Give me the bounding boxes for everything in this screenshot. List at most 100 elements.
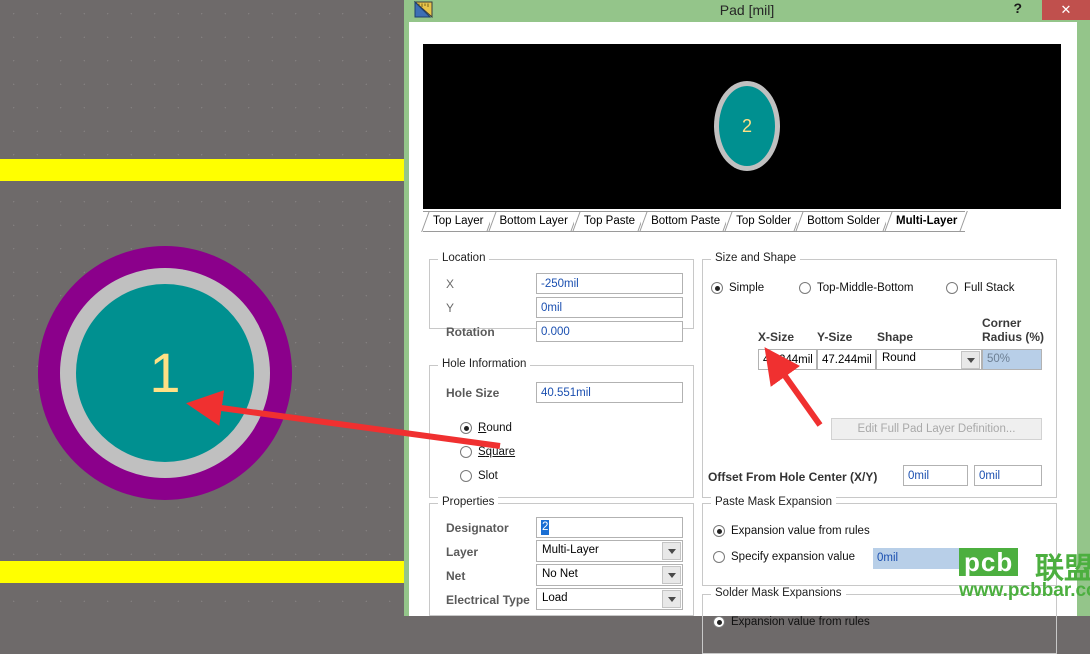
shape-value: Round <box>882 352 916 364</box>
pad-mode-top-middle-bottom-radio[interactable]: Top-Middle-Bottom <box>799 282 914 294</box>
hole-information-group-label: Hole Information <box>438 358 531 370</box>
radio-dot-icon <box>946 282 958 294</box>
size-and-shape-group-label: Size and Shape <box>711 252 801 264</box>
location-group-label: Location <box>438 252 490 264</box>
dialog-title: Pad [mil] <box>719 2 775 18</box>
electrical-type-label: Electrical Type <box>446 593 530 607</box>
preview-pad-graphic: 2 <box>714 81 780 171</box>
tab-bottom-layer[interactable]: Bottom Layer <box>489 211 576 232</box>
tab-bottom-paste[interactable]: Bottom Paste <box>641 211 729 232</box>
electrical-type-value: Load <box>542 592 568 604</box>
tab-multi-layer[interactable]: Multi-Layer <box>885 211 966 232</box>
hole-shape-slot-radio[interactable]: Slot <box>460 470 498 482</box>
x-size-input[interactable] <box>758 349 817 370</box>
y-label: Y <box>446 301 455 315</box>
hole-shape-slot-label: Slot <box>478 470 498 482</box>
pcb-pad-1[interactable]: 1 <box>38 246 292 500</box>
rotation-label: Rotation <box>446 325 495 339</box>
layer-value: Multi-Layer <box>542 544 599 556</box>
solder-mask-from-rules-radio[interactable]: Expansion value from rules <box>713 616 870 628</box>
preview-pad-copper: 2 <box>719 86 775 166</box>
hole-shape-round-label-rest: ound <box>486 422 512 434</box>
pad-properties-dialog: Pad [mil] ? ✕ 2 Top Layer Bottom Layer T… <box>404 0 1090 654</box>
y-input[interactable] <box>536 297 683 318</box>
tab-label: Multi-Layer <box>895 215 958 227</box>
radio-dot-icon <box>460 446 472 458</box>
pad-mode-full-stack-radio[interactable]: Full Stack <box>946 282 1015 294</box>
tab-label: Bottom Solder <box>807 215 880 227</box>
offset-y-input[interactable] <box>974 465 1042 486</box>
paste-mask-expansion-group: Paste Mask Expansion Expansion value fro… <box>702 496 1057 586</box>
corner-radius-column-header-line1: Corner <box>982 316 1022 330</box>
tab-bottom-solder[interactable]: Bottom Solder <box>797 211 888 232</box>
solder-mask-expansions-group-label: Solder Mask Expansions <box>711 587 846 599</box>
solder-mask-from-rules-label: Expansion value from rules <box>731 616 870 628</box>
solder-mask-expansions-group: Solder Mask Expansions Expansion value f… <box>702 587 1057 654</box>
dialog-body: 2 Top Layer Bottom Layer Top Paste Botto… <box>409 22 1077 654</box>
pad-copper: 1 <box>76 284 254 462</box>
edit-full-pad-layer-definition-label: Edit Full Pad Layer Definition... <box>857 423 1016 435</box>
size-and-shape-group: Size and Shape Simple Top-Middle-Bottom … <box>702 252 1057 498</box>
edit-full-pad-layer-definition-button[interactable]: Edit Full Pad Layer Definition... <box>831 418 1042 440</box>
radio-dot-icon <box>713 551 725 563</box>
hole-size-label: Hole Size <box>446 386 500 400</box>
paste-mask-specify-label: Specify expansion value <box>731 551 856 563</box>
properties-group-label: Properties <box>438 496 499 508</box>
tab-label: Top Paste <box>583 215 636 227</box>
designator-value: 2 <box>541 520 550 535</box>
net-select[interactable]: No Net <box>536 564 683 586</box>
hole-size-input[interactable] <box>536 382 683 403</box>
tab-top-solder[interactable]: Top Solder <box>726 211 800 232</box>
chevron-down-icon[interactable] <box>662 566 681 584</box>
paste-mask-from-rules-radio[interactable]: Expansion value from rules <box>713 525 870 537</box>
hole-shape-round-radio[interactable]: Round <box>460 422 512 434</box>
hole-shape-square-accel: S <box>478 446 486 458</box>
rotation-input[interactable] <box>536 321 683 342</box>
location-group: Location X Y Rotation <box>429 252 694 342</box>
paste-mask-specify-radio[interactable]: Specify expansion value <box>713 551 855 563</box>
help-button[interactable]: ? <box>1013 0 1022 16</box>
radio-dot-icon <box>460 470 472 482</box>
shape-select[interactable]: Round <box>876 349 982 370</box>
shape-column-header: Shape <box>877 330 914 344</box>
layer-select[interactable]: Multi-Layer <box>536 540 683 562</box>
properties-group: Properties Designator 2 Layer Multi-Laye… <box>429 496 694 616</box>
offset-from-hole-center-label: Offset From Hole Center (X/Y) <box>708 470 878 484</box>
radio-dot-icon <box>713 525 725 537</box>
tab-top-layer[interactable]: Top Layer <box>423 211 492 232</box>
pad-mode-simple-radio[interactable]: Simple <box>711 282 764 294</box>
hole-shape-square-label-rest: quare <box>485 446 516 458</box>
y-size-input[interactable] <box>817 349 876 370</box>
chevron-down-icon[interactable] <box>662 590 681 608</box>
corner-radius-column-header-line2: Radius (%) <box>982 330 1045 344</box>
radio-dot-icon <box>460 422 472 434</box>
tab-label: Top Solder <box>736 215 792 227</box>
y-size-column-header: Y-Size <box>817 330 853 344</box>
chevron-down-icon[interactable] <box>961 351 980 369</box>
dialog-titlebar[interactable]: Pad [mil] ? ✕ <box>410 0 1090 20</box>
pad-mode-top-middle-bottom-label: Top-Middle-Bottom <box>817 282 914 294</box>
paste-mask-specify-input[interactable]: 0mil <box>873 548 971 569</box>
corner-radius-value: 50% <box>987 353 1011 365</box>
close-button[interactable]: ✕ <box>1042 0 1090 20</box>
electrical-type-select[interactable]: Load <box>536 588 683 610</box>
pad-preview[interactable]: 2 <box>423 44 1061 209</box>
net-label: Net <box>446 569 466 583</box>
preview-pad-designator: 2 <box>741 116 752 136</box>
chevron-down-icon[interactable] <box>662 542 681 560</box>
x-size-column-header: X-Size <box>758 330 795 344</box>
radio-dot-icon <box>713 616 725 628</box>
corner-radius-input[interactable]: 50% <box>982 349 1042 370</box>
x-label: X <box>446 277 455 291</box>
x-input[interactable] <box>536 273 683 294</box>
pad-mode-full-stack-label: Full Stack <box>964 282 1015 294</box>
offset-x-input[interactable] <box>903 465 968 486</box>
tab-label: Bottom Layer <box>499 215 568 227</box>
tab-top-paste[interactable]: Top Paste <box>573 211 644 232</box>
pad-designator-label: 1 <box>149 341 181 404</box>
tab-label: Top Layer <box>433 215 484 227</box>
layer-tabs[interactable]: Top Layer Bottom Layer Top Paste Bottom … <box>423 211 966 232</box>
radio-dot-icon <box>799 282 811 294</box>
designator-input[interactable]: 2 <box>536 517 683 538</box>
hole-shape-square-radio[interactable]: Square <box>460 446 515 458</box>
